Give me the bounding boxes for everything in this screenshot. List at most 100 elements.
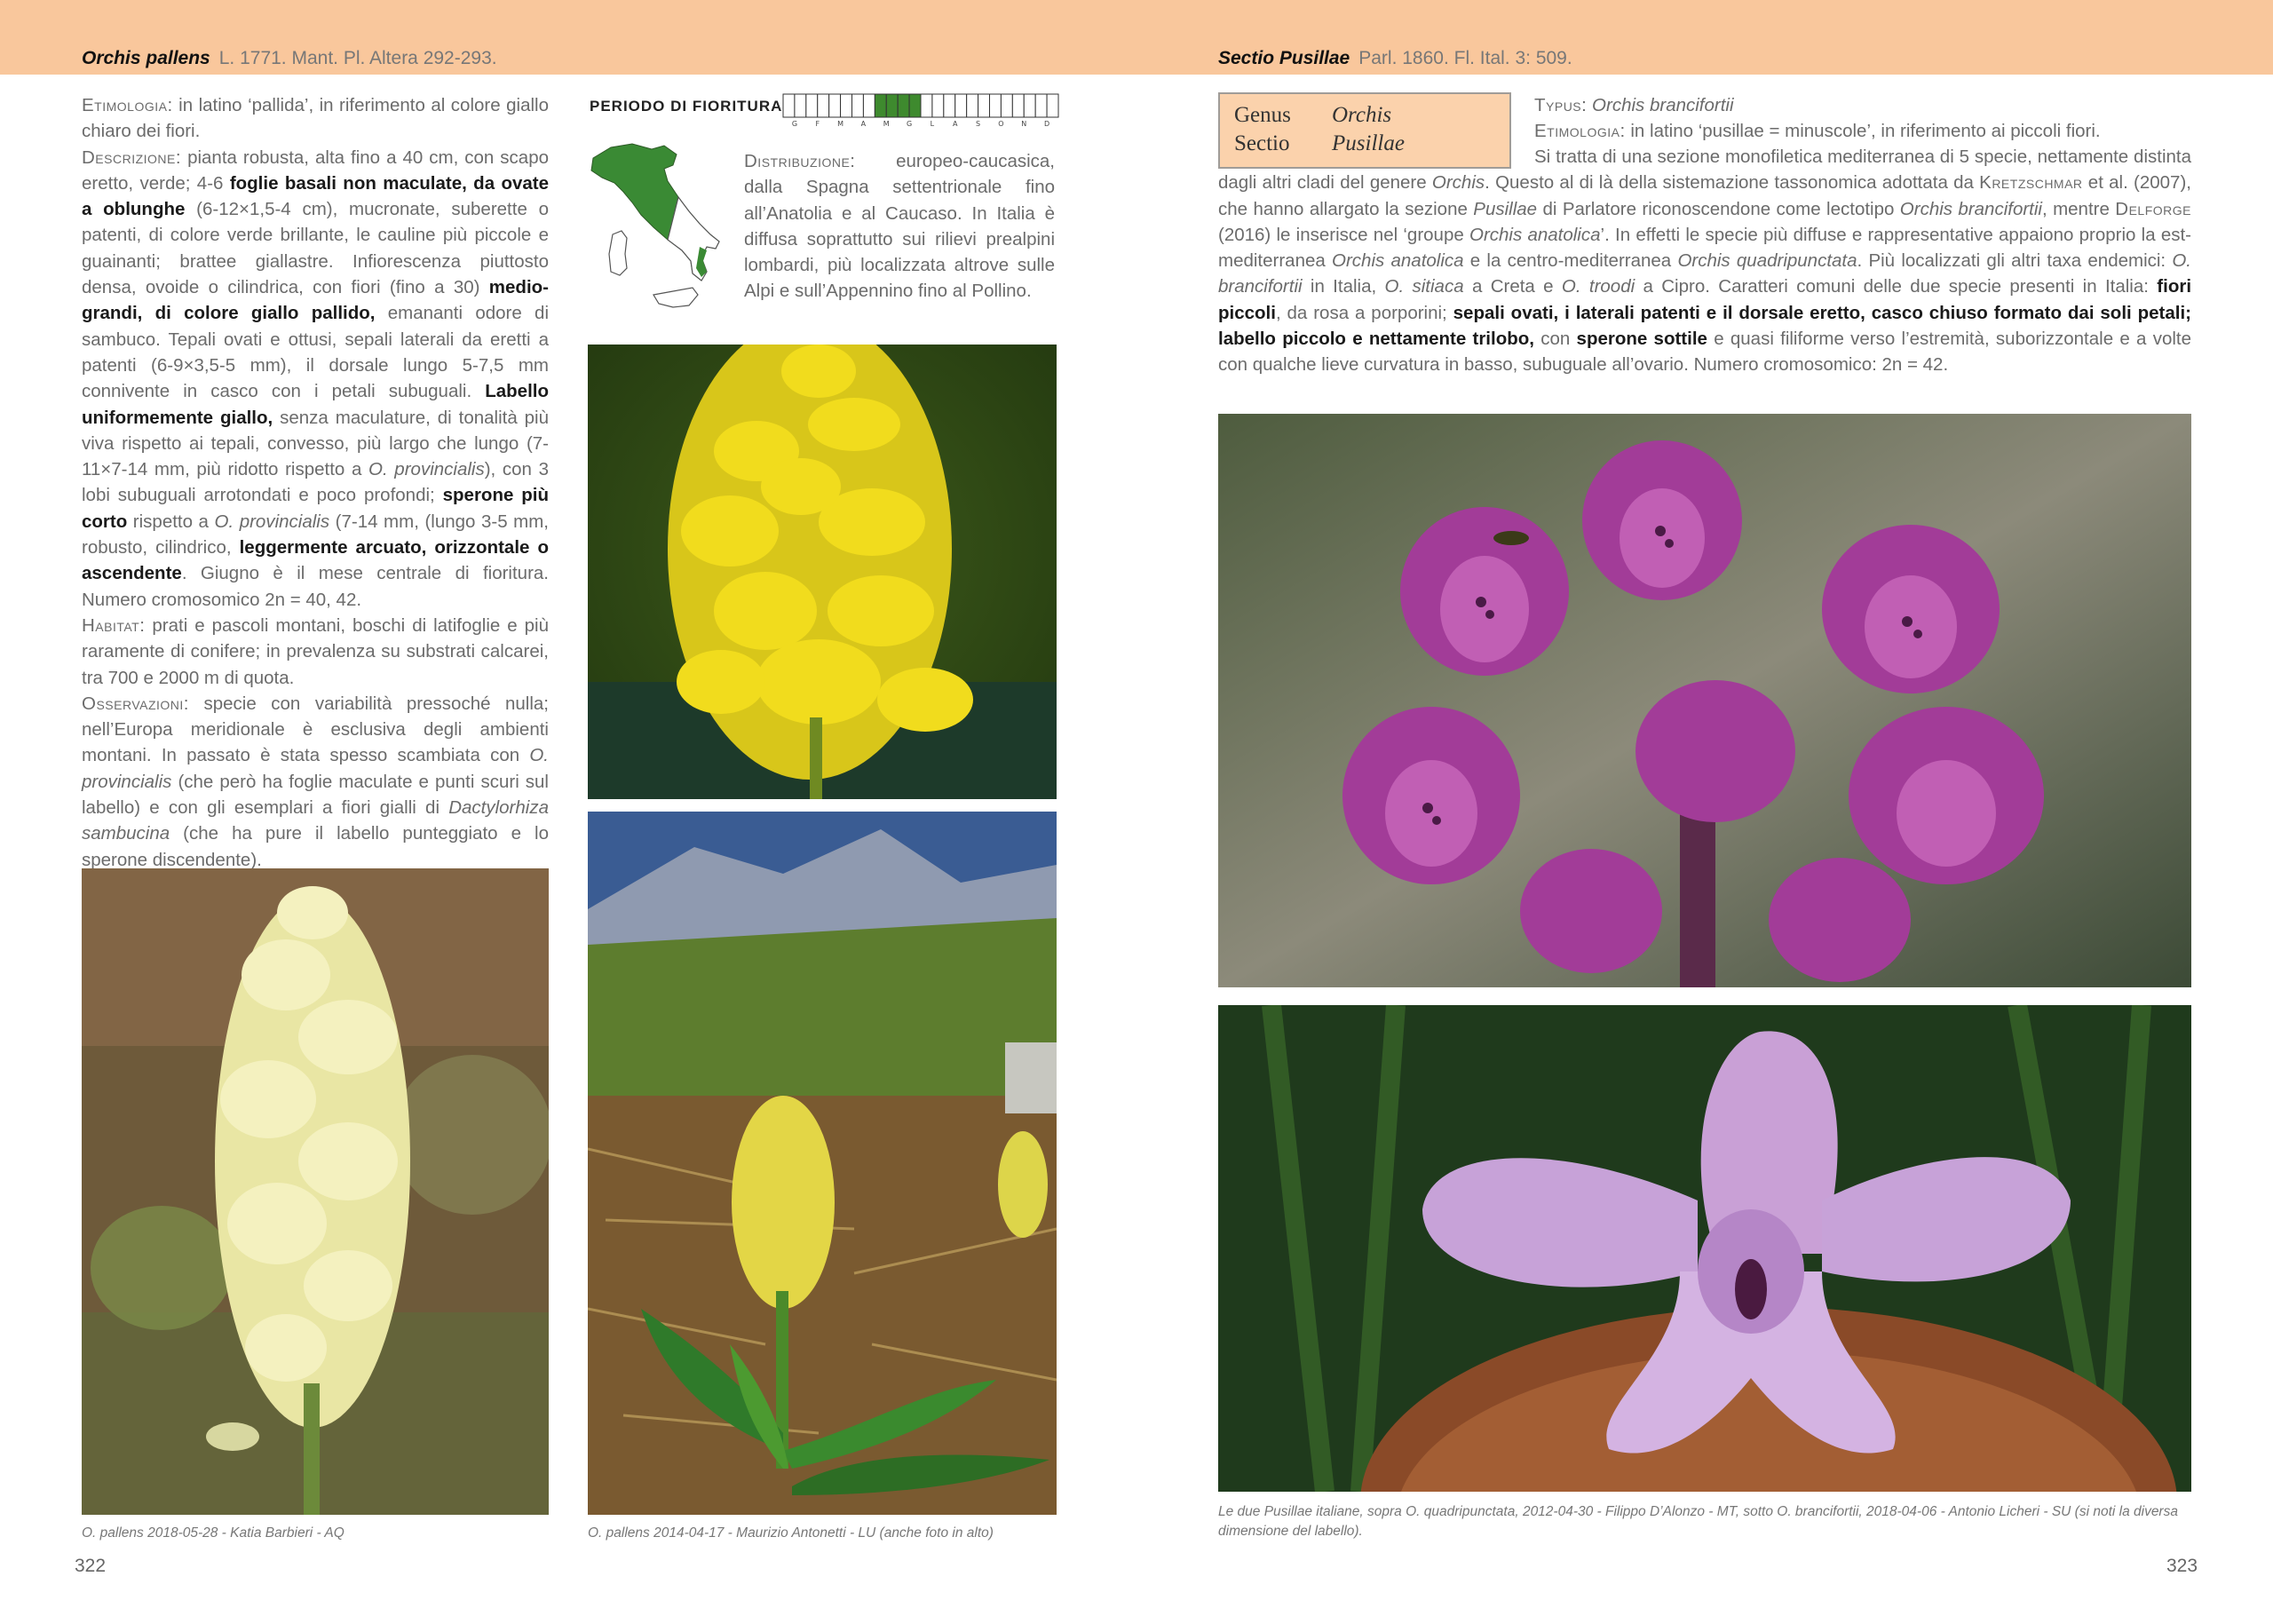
page-number-left: 322: [75, 1556, 107, 1576]
flowering-segment: [1000, 93, 1013, 118]
flowering-month-label: G: [792, 120, 797, 128]
right-body-paragraph: Si tratta di una sezione monofiletica me…: [1218, 144, 2191, 378]
flowering-month-label: G: [907, 120, 912, 128]
flowering-label: PERIODO DI FIORITURA: [590, 98, 783, 115]
right-etimologia-label: Etimologia:: [1534, 121, 1626, 142]
right-body-run: di Parlatore riconoscendone come lectoti…: [1537, 198, 1900, 219]
flowering-segment: [794, 93, 807, 118]
right-etimologia-line: Etimologia: in latino ‘pusillae = minusc…: [1534, 118, 2191, 144]
habitat-label: Habitat:: [82, 614, 146, 636]
page-number-right: 323: [2166, 1556, 2198, 1576]
right-body-run: O. troodi: [1561, 276, 1635, 297]
flowering-segment: [1023, 93, 1036, 118]
right-body-run: Kretzschmar: [1979, 172, 2083, 194]
flowering-month-label: F: [815, 120, 820, 128]
flowering-segment: [862, 93, 875, 118]
right-body-run: Orchis anatolica: [1469, 224, 1601, 245]
osservazioni-paragraph: Osservazioni: specie con variabilità pre…: [82, 691, 549, 873]
right-body-run: . Più localizzati gli altri taxa endemic…: [1857, 250, 2173, 272]
right-body-run: sperone sottile: [1576, 329, 1707, 350]
right-body-run: , da rosa a porporini;: [1275, 302, 1453, 323]
descrizione-run: O. provincialis: [214, 511, 330, 532]
flowering-month-label: D: [1044, 120, 1049, 128]
flowering-segment: [840, 93, 853, 118]
photo-pallens-closeup: [588, 345, 1057, 799]
caption-right: Le due Pusillae italiane, sopra O. quadr…: [1218, 1504, 2178, 1539]
descrizione-label: Descrizione:: [82, 147, 182, 168]
flowering-segment: [1034, 93, 1048, 118]
flowering-month-label: O: [998, 120, 1003, 128]
flowering-month-label: L: [931, 120, 935, 128]
flowering-segment: [989, 93, 1002, 118]
right-body-run: a Creta e: [1463, 276, 1562, 297]
right-body-run: Pusillae: [1473, 198, 1538, 219]
italy-south-outline: [667, 195, 720, 281]
right-body-run: Orchis brancifortii: [1899, 198, 2042, 219]
photo-pallens-pale: [82, 868, 549, 1515]
descrizione-paragraph: Descrizione: pianta robusta, alta fino a…: [82, 145, 549, 613]
etimologia-label: Etimologia:: [82, 95, 173, 115]
distribuzione-paragraph: Distribuzione: europeo-caucasica, dalla …: [744, 148, 1055, 305]
caption-left: O. pallens 2018-05-28 - Katia Barbieri -…: [82, 1525, 345, 1541]
photo-brancifortii: [1218, 1005, 2191, 1492]
right-body-run: (2016) le inserisce nel ‘groupe: [1218, 224, 1469, 245]
flowering-segment: [920, 93, 933, 118]
flowering-segment: [828, 93, 842, 118]
flowering-month-label: A: [953, 120, 958, 128]
flowering-month-label: S: [976, 120, 980, 128]
distribution-map: [590, 143, 720, 308]
flowering-segment: [1011, 93, 1025, 118]
flowering-segment: [897, 93, 910, 118]
flowering-segment: [943, 93, 956, 118]
habitat-text: prati e pascoli montani, boschi di latif…: [82, 614, 549, 688]
right-body-run: Orchis quadripunctata: [1677, 250, 1857, 272]
right-body-run: O. sitiaca: [1384, 276, 1464, 297]
descrizione-text: pianta robusta, alta fino a 40 cm, con s…: [82, 147, 549, 610]
species-citation: L. 1771. Mant. Pl. Altera 292-293.: [218, 48, 497, 68]
photo-quadripunctata: [1218, 414, 2191, 987]
right-body-run: a Cipro. Caratteri comuni delle due spec…: [1635, 276, 2158, 297]
caption-middle: O. pallens 2014-04-17 - Maurizio Antonet…: [588, 1525, 994, 1541]
right-body-run: in Italia,: [1302, 276, 1385, 297]
flowering-segment: [782, 93, 796, 118]
flowering-segment: [908, 93, 922, 118]
descrizione-run: O. provincialis: [368, 459, 485, 480]
typus-label: Typus:: [1534, 95, 1588, 115]
right-body-run: , mentre: [2041, 198, 2116, 219]
flowering-segment: [931, 93, 945, 118]
right-body-run: e la centro-mediterranea: [1463, 250, 1678, 272]
flowering-segment: [885, 93, 899, 118]
left-text-column: Etimologia: in latino ‘pallida’, in rife…: [82, 92, 549, 873]
section-citation: Parl. 1860. Fl. Ital. 3: 509.: [1358, 48, 1572, 68]
right-body-run: con: [1533, 329, 1577, 350]
flowering-segment: [805, 93, 819, 118]
genus-label: Genus: [1234, 103, 1291, 127]
flowering-segment: [954, 93, 968, 118]
flowering-month-label: A: [861, 120, 867, 128]
osservazioni-label: Osservazioni:: [82, 693, 189, 714]
sardinia-outline: [608, 230, 628, 276]
right-body-run: Orchis: [1431, 172, 1485, 194]
species-name: Orchis pallens: [82, 48, 210, 68]
flowering-segment: [851, 93, 864, 118]
distribuzione-label: Distribuzione:: [744, 151, 856, 171]
photo-pallens-habitat: [588, 812, 1057, 1515]
distribuzione-text: europeo-caucasica, dalla Spagna settentr…: [744, 151, 1055, 302]
flowering-month-label: M: [837, 120, 843, 128]
flowering-segment: [1046, 93, 1059, 118]
sicily-outline: [653, 287, 699, 308]
section-name: Sectio Pusillae: [1218, 48, 1350, 68]
habitat-paragraph: Habitat: prati e pascoli montani, boschi…: [82, 613, 549, 691]
osservazioni-text: specie con variabilità pressoché nulla; …: [82, 693, 549, 870]
right-body-text: Si tratta di una sezione monofiletica me…: [1218, 144, 2191, 378]
flowering-segment: [978, 93, 990, 118]
right-etimologia-text: in latino ‘pusillae = minuscole’, in rif…: [1630, 121, 2101, 142]
genus-value: Orchis: [1332, 103, 1392, 127]
flowering-month-label: N: [1021, 120, 1026, 128]
right-body-run: Delforge: [2115, 198, 2191, 219]
right-running-header: Sectio Pusillae Parl. 1860. Fl. Ital. 3: …: [1218, 48, 1572, 69]
typus-line: Typus: Orchis brancifortii: [1534, 92, 2191, 118]
right-body-run: Orchis anatolica: [1332, 250, 1464, 272]
right-body-run: . Questo al di là della sistemazione tas…: [1485, 172, 1980, 194]
left-running-header: Orchis pallens L. 1771. Mant. Pl. Altera …: [82, 48, 497, 69]
